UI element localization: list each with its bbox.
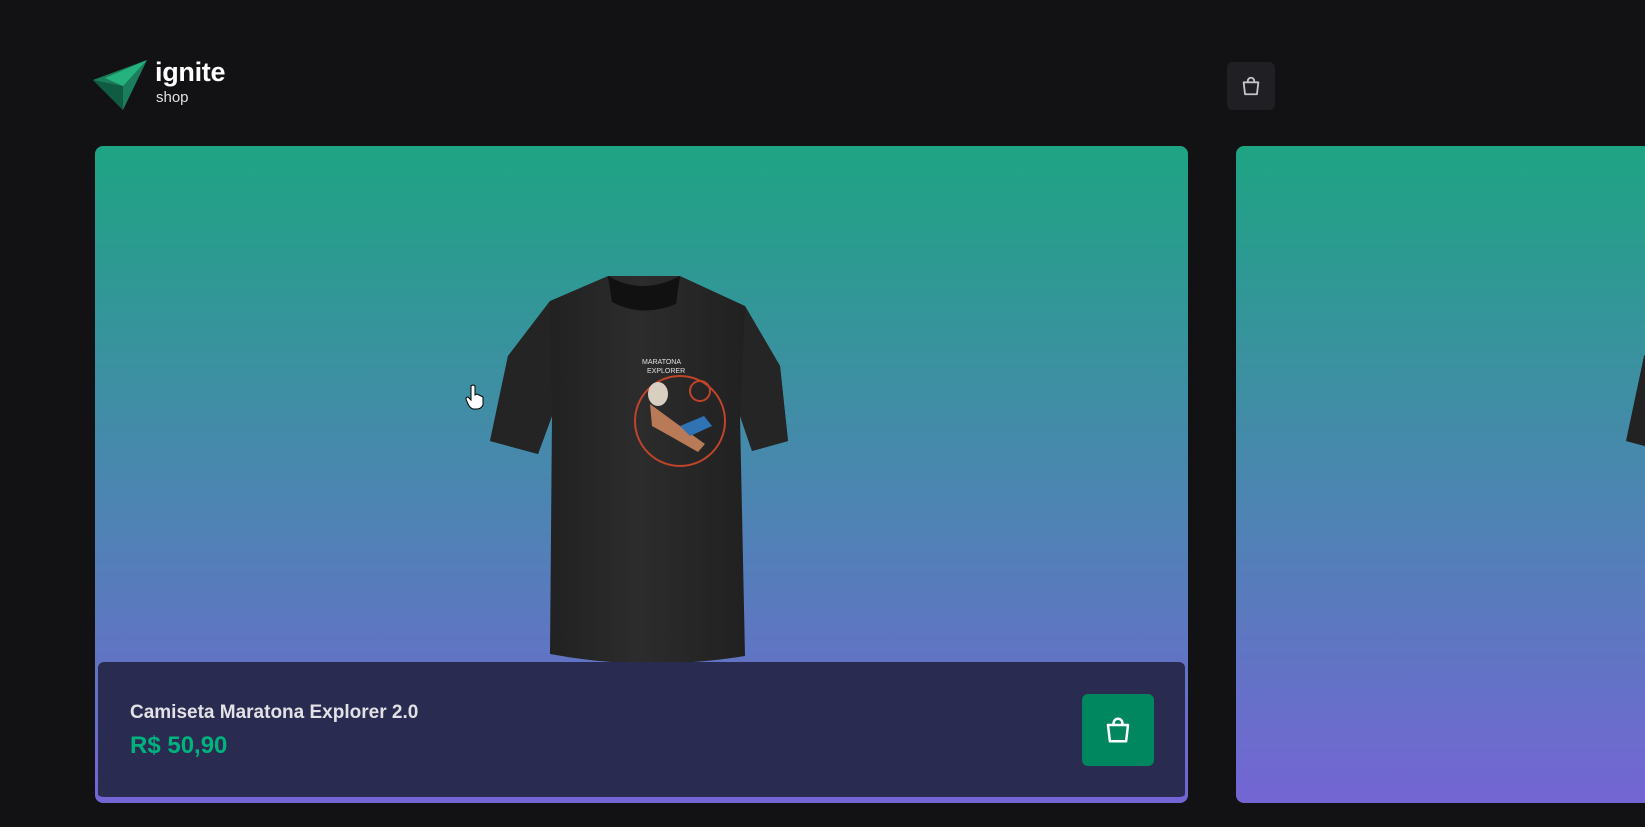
page: ignite shop MARATONA EXPLORER Camiseta M…	[0, 0, 1645, 827]
product-card[interactable]: MARATONA EXPLORER Camiseta Maratona Expl…	[95, 146, 1188, 803]
cart-button[interactable]	[1227, 62, 1275, 110]
tshirt-image	[1626, 354, 1645, 447]
logo[interactable]: ignite shop	[93, 56, 243, 116]
svg-text:EXPLORER: EXPLORER	[647, 368, 685, 375]
product-price: R$ 50,90	[130, 732, 228, 759]
svg-text:MARATONA: MARATONA	[642, 359, 681, 366]
product-footer: Camiseta Maratona Explorer 2.0 R$ 50,90	[98, 662, 1185, 800]
product-card[interactable]	[1236, 146, 1645, 803]
tshirt-image: MARATONA EXPLORER	[490, 276, 788, 664]
logo-icon	[93, 60, 147, 110]
shopping-bag-icon	[1106, 717, 1130, 743]
shopping-bag-icon	[1242, 76, 1260, 96]
logo-title: ignite	[155, 57, 226, 87]
add-to-cart-button[interactable]	[1082, 694, 1154, 766]
product-name: Camiseta Maratona Explorer 2.0	[130, 702, 419, 723]
logo-subtitle: shop	[156, 89, 189, 106]
hand-cursor-icon	[465, 384, 484, 410]
